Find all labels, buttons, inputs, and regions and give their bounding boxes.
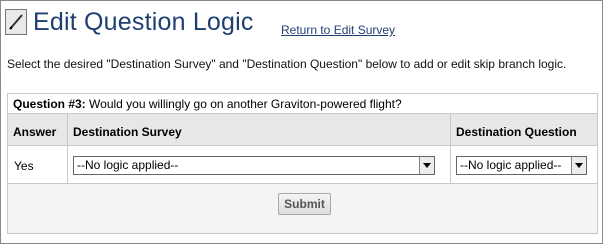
dropdown-arrow-icon[interactable] bbox=[419, 157, 434, 174]
destination-survey-selected-value: --No logic applied-- bbox=[77, 158, 179, 172]
destination-survey-cell: --No logic applied-- bbox=[68, 146, 451, 183]
submit-area: Submit bbox=[8, 184, 597, 232]
answer-cell: Yes bbox=[8, 146, 68, 183]
page-title: Edit Question Logic bbox=[33, 8, 254, 36]
dropdown-arrow-icon[interactable] bbox=[571, 157, 586, 174]
destination-question-select[interactable]: --No logic applied-- bbox=[456, 156, 587, 175]
destination-survey-select[interactable]: --No logic applied-- bbox=[73, 156, 435, 175]
logic-table: Question #3: Would you willingly go on a… bbox=[7, 93, 598, 234]
page-header: Edit Question Logic bbox=[5, 7, 254, 37]
submit-button[interactable]: Submit bbox=[278, 193, 331, 215]
question-row: Question #3: Would you willingly go on a… bbox=[8, 94, 597, 114]
column-header-answer: Answer bbox=[8, 114, 68, 145]
pencil-icon bbox=[5, 9, 27, 35]
destination-question-cell: --No logic applied-- bbox=[451, 146, 597, 183]
destination-question-selected-value: --No logic applied-- bbox=[460, 158, 562, 172]
question-label: Question #3: bbox=[13, 97, 86, 111]
edit-question-logic-window: Edit Question Logic Return to Edit Surve… bbox=[0, 0, 603, 244]
column-header-destination-question: Destination Question bbox=[456, 125, 577, 139]
column-header-destination-survey: Destination Survey bbox=[68, 114, 451, 145]
column-header-row: Answer Destination Survey Destination Qu… bbox=[8, 114, 597, 146]
instructions-text: Select the desired "Destination Survey" … bbox=[7, 57, 567, 71]
return-to-edit-survey-link[interactable]: Return to Edit Survey bbox=[281, 23, 395, 37]
question-text: Would you willingly go on another Gravit… bbox=[89, 97, 402, 111]
table-row: Yes --No logic applied-- --No logic appl… bbox=[8, 146, 597, 184]
